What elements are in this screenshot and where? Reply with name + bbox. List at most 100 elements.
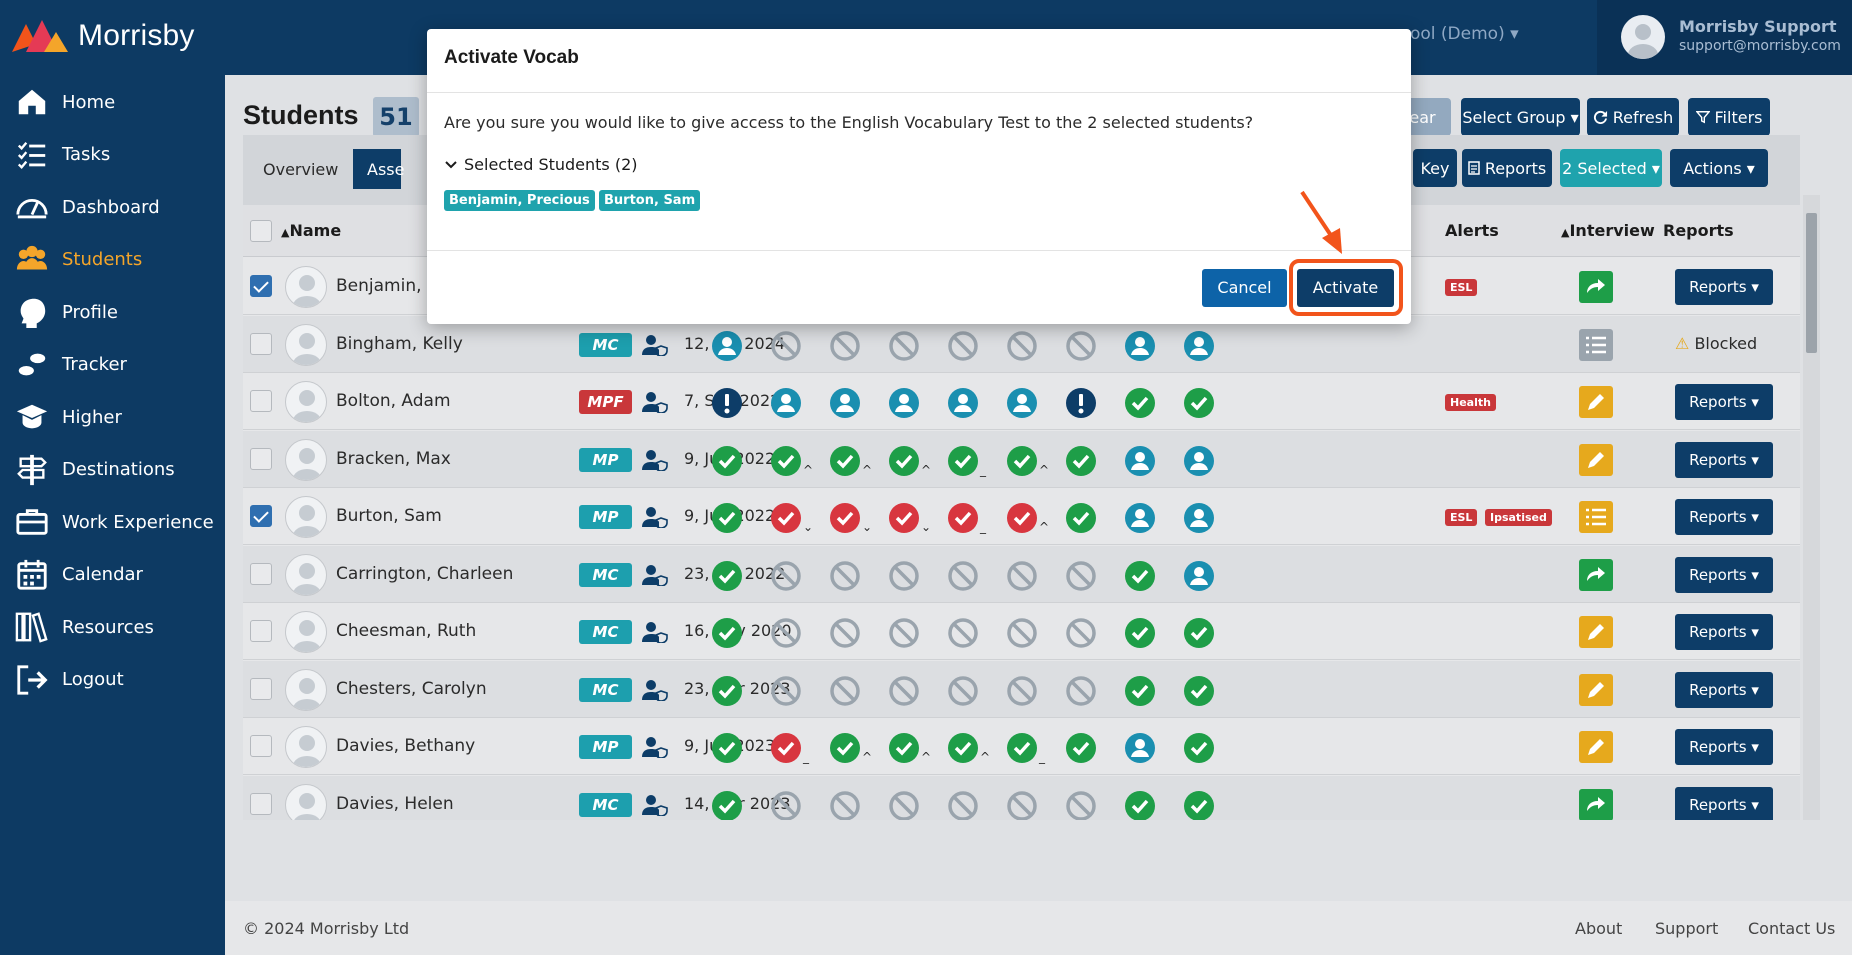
status-blocked-icon[interactable] (770, 675, 802, 707)
interview-button[interactable] (1579, 788, 1613, 820)
status-complete-icon[interactable] (947, 732, 979, 764)
selected-students-toggle[interactable]: Selected Students (2) (444, 155, 638, 174)
status-blocked-icon[interactable] (1006, 617, 1038, 649)
status-blocked-icon[interactable] (829, 617, 861, 649)
row-reports-button[interactable]: Reports ▾ (1675, 269, 1773, 305)
status-complete-icon[interactable] (888, 445, 920, 477)
student-name[interactable]: Chesters, Carolyn (336, 679, 487, 699)
table-row[interactable]: Chesters, CarolynMC23, Mar 2023Reports ▾ (243, 660, 1800, 718)
student-name[interactable]: Davies, Bethany (336, 736, 475, 756)
status-person-icon[interactable] (1183, 445, 1215, 477)
row-reports-button[interactable]: Reports ▾ (1675, 786, 1773, 820)
status-blocked-icon[interactable] (829, 560, 861, 592)
status-complete-icon[interactable] (711, 617, 743, 649)
row-reports-button[interactable]: Reports ▾ (1675, 384, 1773, 420)
sidebar-item-tracker[interactable]: Tracker (0, 339, 225, 392)
status-blocked-icon[interactable] (947, 617, 979, 649)
actions-button[interactable]: Actions ▾ (1670, 149, 1768, 187)
status-person-icon[interactable] (1124, 330, 1156, 362)
tab-assessments[interactable]: Asse (353, 149, 404, 189)
row-checkbox[interactable] (250, 332, 272, 355)
status-complete-icon[interactable] (1183, 790, 1215, 820)
row-checkbox[interactable] (250, 562, 272, 585)
status-blocked-icon[interactable] (888, 675, 920, 707)
status-person-icon[interactable] (1183, 502, 1215, 534)
status-blocked-icon[interactable] (888, 560, 920, 592)
status-blocked-icon[interactable] (1065, 790, 1097, 820)
student-name[interactable]: Davies, Helen (336, 794, 454, 814)
status-blocked-icon[interactable] (1006, 330, 1038, 362)
interview-button[interactable] (1579, 386, 1613, 418)
status-blocked-icon[interactable] (1006, 790, 1038, 820)
status-blocked-icon[interactable] (947, 675, 979, 707)
sidebar-item-higher[interactable]: Higher (0, 391, 225, 444)
key-button[interactable]: Key (1413, 149, 1457, 187)
student-name[interactable]: Burton, Sam (336, 506, 442, 526)
interview-button[interactable] (1579, 443, 1613, 476)
refresh-button[interactable]: Refresh (1587, 98, 1679, 136)
status-complete-icon[interactable] (711, 675, 743, 707)
status-blocked-icon[interactable] (829, 330, 861, 362)
footer-link-about[interactable]: About (1575, 919, 1622, 938)
status-blocked-icon[interactable] (947, 790, 979, 820)
status-blocked-icon[interactable] (1065, 617, 1097, 649)
status-complete-red-icon[interactable] (1006, 502, 1038, 534)
student-name[interactable]: Carrington, Charleen (336, 564, 513, 584)
status-complete-icon[interactable] (1006, 732, 1038, 764)
status-complete-red-icon[interactable] (888, 502, 920, 534)
status-complete-icon[interactable] (829, 732, 861, 764)
status-person-icon[interactable] (1124, 445, 1156, 477)
table-scrollbar[interactable] (1803, 195, 1820, 820)
status-blocked-icon[interactable] (770, 560, 802, 592)
select-group-button[interactable]: Select Group ▾ (1461, 98, 1580, 136)
status-person-icon[interactable] (1006, 387, 1038, 419)
status-blocked-icon[interactable] (1006, 675, 1038, 707)
row-checkbox[interactable] (250, 390, 272, 412)
status-blocked-icon[interactable] (888, 617, 920, 649)
table-row[interactable]: Davies, HelenMC14, Mar 2023Reports ▾ (243, 775, 1800, 820)
header-interview[interactable]: ▲Interview (1561, 221, 1655, 240)
row-reports-button[interactable]: Reports ▾ (1675, 499, 1773, 535)
status-complete-icon[interactable] (1124, 387, 1156, 419)
status-complete-icon[interactable] (1183, 675, 1215, 707)
status-complete-icon[interactable] (1065, 732, 1097, 764)
status-person-icon[interactable] (1183, 330, 1215, 362)
user-menu[interactable]: Morrisby Support support@morrisby.com (1597, 0, 1852, 75)
status-complete-icon[interactable] (1124, 675, 1156, 707)
status-complete-icon[interactable] (829, 445, 861, 477)
status-complete-icon[interactable] (1065, 502, 1097, 534)
status-blocked-icon[interactable] (770, 330, 802, 362)
row-checkbox[interactable] (250, 505, 272, 527)
status-person-icon[interactable] (947, 387, 979, 419)
row-reports-button[interactable]: Reports ▾ (1675, 729, 1773, 765)
status-person-icon[interactable] (1183, 560, 1215, 592)
status-blocked-icon[interactable] (1006, 560, 1038, 592)
status-complete-icon[interactable] (711, 502, 743, 534)
status-complete-red-icon[interactable] (770, 732, 802, 764)
row-checkbox[interactable] (250, 677, 272, 700)
sidebar-item-dashboard[interactable]: Dashboard (0, 181, 225, 234)
header-name[interactable]: ▲Name (281, 221, 341, 240)
sidebar-item-resources[interactable]: Resources (0, 601, 225, 654)
status-complete-icon[interactable] (947, 445, 979, 477)
footer-link-support[interactable]: Support (1655, 919, 1718, 938)
status-complete-red-icon[interactable] (829, 502, 861, 534)
status-person-icon[interactable] (1124, 732, 1156, 764)
status-complete-icon[interactable] (1183, 732, 1215, 764)
selected-count-button[interactable]: 2 Selected ▾ (1560, 149, 1662, 187)
filters-button[interactable]: Filters (1688, 98, 1770, 136)
status-person-icon[interactable] (1124, 502, 1156, 534)
status-complete-red-icon[interactable] (947, 502, 979, 534)
table-row[interactable]: Cheesman, RuthMC16, Nov 2020Reports ▾ (243, 603, 1800, 660)
interview-button[interactable] (1579, 673, 1613, 706)
cancel-button[interactable]: Cancel (1202, 269, 1287, 307)
status-complete-icon[interactable] (1065, 445, 1097, 477)
select-all-checkbox[interactable] (250, 220, 272, 242)
status-complete-icon[interactable] (1124, 560, 1156, 592)
status-complete-icon[interactable] (888, 732, 920, 764)
interview-button[interactable] (1579, 328, 1613, 361)
school-select[interactable]: ool (Demo) ▾ (1410, 24, 1519, 44)
interview-button[interactable] (1579, 558, 1613, 591)
status-blocked-icon[interactable] (829, 675, 861, 707)
row-reports-button[interactable]: Reports ▾ (1675, 441, 1773, 478)
